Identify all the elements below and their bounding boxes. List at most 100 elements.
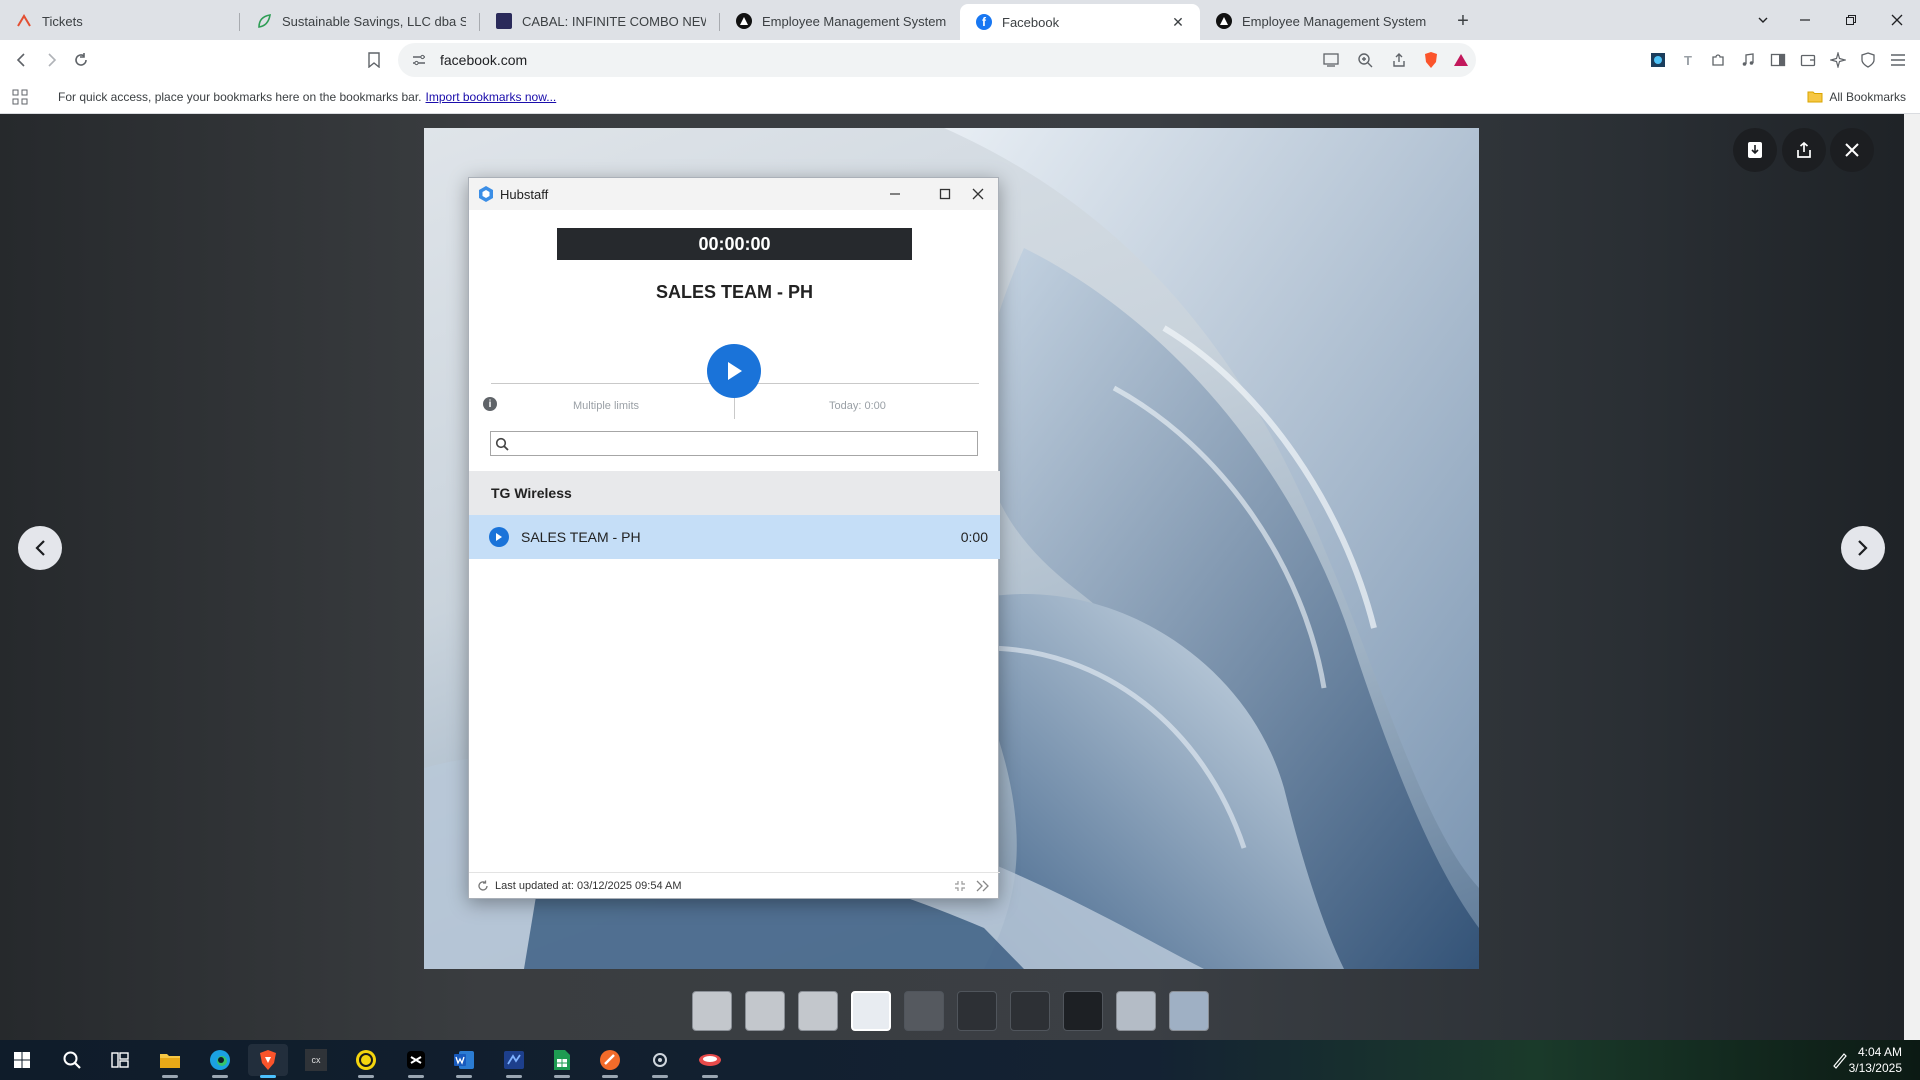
- leaf-icon: [256, 13, 272, 29]
- bookmarks-hint: For quick access, place your bookmarks h…: [58, 89, 422, 104]
- bookmark-button[interactable]: [359, 45, 389, 75]
- brave-shields-icon[interactable]: [1416, 45, 1446, 75]
- download-button[interactable]: [1733, 128, 1777, 172]
- close-window-button[interactable]: [1874, 0, 1920, 40]
- pen-menu-icon[interactable]: [1830, 1050, 1850, 1070]
- project-search-input[interactable]: [490, 431, 978, 456]
- wallet-icon[interactable]: [1793, 45, 1823, 75]
- last-updated-text: Last updated at: 03/12/2025 09:54 AM: [495, 879, 682, 892]
- limits-label: Multiple limits: [573, 400, 640, 412]
- close-viewer-button[interactable]: [1830, 128, 1874, 172]
- photo-thumbnail[interactable]: [1116, 991, 1156, 1031]
- photo-thumbnail[interactable]: [904, 991, 944, 1031]
- share-icon[interactable]: [1384, 45, 1414, 75]
- url-text[interactable]: facebook.com: [440, 52, 527, 68]
- hubstaff-titlebar[interactable]: Hubstaff: [469, 178, 998, 210]
- photo-thumbnail[interactable]: [957, 991, 997, 1031]
- info-icon[interactable]: i: [483, 397, 497, 411]
- clock-time: 4:04 AM: [1857, 1045, 1902, 1059]
- remote-app-icon[interactable]: [494, 1044, 534, 1078]
- project-search-field[interactable]: [515, 436, 955, 451]
- tab-title: Employee Management System: [1242, 13, 1426, 29]
- hubstaff-app-icon[interactable]: [690, 1044, 730, 1078]
- clock-date: 3/13/2025: [1848, 1061, 1902, 1075]
- forward-button[interactable]: [36, 45, 66, 75]
- chevron-right-icon: [1858, 540, 1868, 556]
- hubstaff-minimize-button[interactable]: [873, 178, 917, 210]
- chevron-left-icon: [35, 540, 45, 556]
- tab-tickets[interactable]: Tickets: [0, 4, 240, 38]
- expand-panel-icon[interactable]: [976, 880, 990, 892]
- all-bookmarks-label: All Bookmarks: [1829, 89, 1906, 104]
- menu-icon[interactable]: [1883, 45, 1913, 75]
- photo-thumbnail[interactable]: [1010, 991, 1050, 1031]
- tab-sustainable-savings[interactable]: Sustainable Savings, LLC dba Susta: [240, 4, 480, 38]
- photo-thumbnail[interactable]: [692, 991, 732, 1031]
- today-total: Today: 0:00: [829, 400, 886, 412]
- photo-thumbnail-selected[interactable]: [851, 991, 891, 1031]
- edge-icon[interactable]: [200, 1044, 240, 1078]
- photo-thumbnail[interactable]: [745, 991, 785, 1031]
- site-settings-icon[interactable]: [412, 53, 426, 67]
- leo-ai-icon[interactable]: [1823, 45, 1853, 75]
- import-bookmarks-link[interactable]: Import bookmarks now...: [426, 90, 557, 104]
- download-icon: [1748, 142, 1762, 158]
- tab-title: Facebook: [1002, 14, 1060, 30]
- next-photo-button[interactable]: [1841, 526, 1885, 570]
- tab-employee-management-2[interactable]: Employee Management System: [1200, 4, 1440, 38]
- share-button[interactable]: [1782, 128, 1826, 172]
- photo-thumbnail[interactable]: [1169, 991, 1209, 1031]
- sidebar-icon[interactable]: [1763, 45, 1793, 75]
- system-clock[interactable]: 4:04 AM 3/13/2025: [1849, 1044, 1902, 1076]
- cast-icon[interactable]: [1316, 45, 1346, 75]
- file-explorer-icon[interactable]: [150, 1044, 190, 1078]
- photo-thumbnail[interactable]: [798, 991, 838, 1031]
- tab-employee-management-1[interactable]: Employee Management System: [720, 4, 960, 38]
- tab-search-button[interactable]: [1740, 0, 1786, 40]
- hubstaff-window-title: Hubstaff: [500, 186, 549, 202]
- start-timer-button[interactable]: [707, 344, 761, 398]
- chat-app-icon[interactable]: [346, 1044, 386, 1078]
- project-row[interactable]: SALES TEAM - PH 0:00: [469, 515, 1000, 559]
- restore-button[interactable]: [1828, 0, 1874, 40]
- minimize-button[interactable]: [1782, 0, 1828, 40]
- close-tab-icon[interactable]: ✕: [1170, 14, 1186, 30]
- apps-grid-icon[interactable]: [10, 87, 30, 107]
- capcut-icon[interactable]: [396, 1044, 436, 1078]
- vpn-shield-icon[interactable]: [1853, 45, 1883, 75]
- new-tab-button[interactable]: +: [1446, 4, 1480, 38]
- text-extension-icon[interactable]: T: [1673, 45, 1703, 75]
- play-icon[interactable]: [489, 527, 509, 547]
- hubstaff-close-button[interactable]: [956, 178, 1000, 210]
- task-view-icon[interactable]: [100, 1044, 140, 1076]
- hubstaff-footer: Last updated at: 03/12/2025 09:54 AM: [469, 872, 1000, 898]
- zoom-icon[interactable]: [1350, 45, 1380, 75]
- page-scrollbar[interactable]: [1904, 114, 1920, 1040]
- word-icon[interactable]: [444, 1044, 484, 1078]
- all-bookmarks-button[interactable]: All Bookmarks: [1807, 90, 1906, 104]
- puzzle-icon[interactable]: [1703, 45, 1733, 75]
- current-project-title: SALES TEAM - PH: [655, 282, 813, 302]
- swift-app-icon[interactable]: [590, 1044, 630, 1078]
- settings-app-icon[interactable]: [640, 1044, 680, 1078]
- sheets-icon[interactable]: [542, 1044, 582, 1078]
- bookmarks-bar: For quick access, place your bookmarks h…: [0, 80, 1920, 114]
- previous-photo-button[interactable]: [18, 526, 62, 570]
- hubstaff-logo-icon: [477, 185, 495, 203]
- brave-icon[interactable]: [248, 1044, 288, 1078]
- address-bar[interactable]: facebook.com: [398, 43, 1476, 77]
- windows-start-icon[interactable]: [2, 1044, 42, 1076]
- circle-logo-icon: [736, 13, 752, 29]
- compact-view-icon[interactable]: [954, 880, 966, 892]
- tab-cabal-news[interactable]: CABAL: INFINITE COMBO NEWS: [480, 4, 720, 38]
- tab-facebook[interactable]: f Facebook ✕: [960, 4, 1200, 40]
- search-icon[interactable]: [52, 1044, 92, 1076]
- extension-icon[interactable]: [1643, 45, 1673, 75]
- brave-rewards-icon[interactable]: [1446, 45, 1476, 75]
- music-note-icon[interactable]: [1733, 45, 1763, 75]
- photo-thumbnail[interactable]: [1063, 991, 1103, 1031]
- cx-app-icon[interactable]: cx: [296, 1044, 336, 1076]
- refresh-icon[interactable]: [477, 880, 489, 892]
- back-button[interactable]: [7, 45, 37, 75]
- reload-button[interactable]: [66, 45, 96, 75]
